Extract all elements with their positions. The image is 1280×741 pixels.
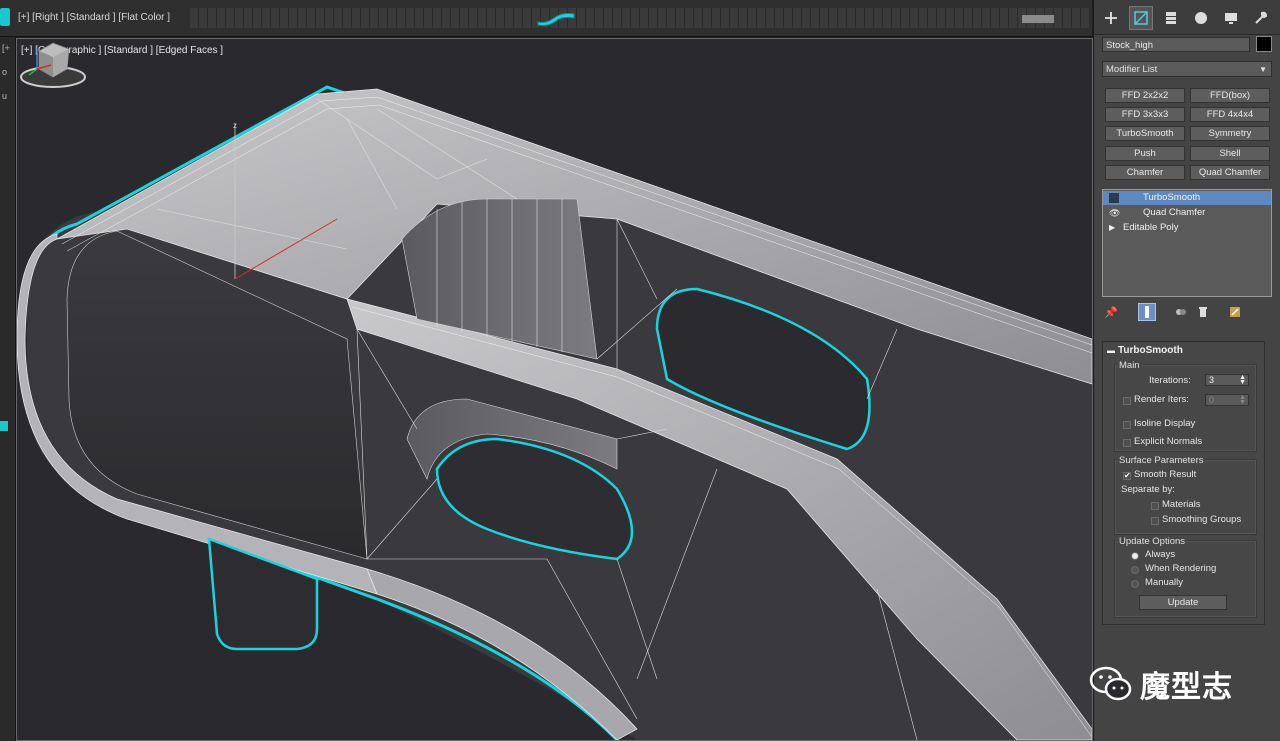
isoline-display-label: Isoline Display [1134,418,1196,429]
when-rendering-label: When Rendering [1145,563,1217,574]
explicit-normals-checkbox[interactable] [1123,439,1131,447]
command-panel: Stock_high Modifier List ▼ FFD 2x2x2 FFD… [1093,0,1280,741]
eye-icon[interactable]: 👁 [1109,206,1120,220]
surface-parameters-group: Surface Parameters ✔ Smooth Result Separ… [1114,455,1257,535]
hierarchy-icon[interactable] [1159,6,1183,30]
remove-modifier-icon[interactable] [1194,303,1212,321]
cyan-object-icon [0,8,10,26]
render-iters-checkbox[interactable] [1123,397,1131,405]
turbosmooth-button[interactable]: TurboSmooth [1105,126,1185,141]
pin-stack-icon[interactable]: 📌 [1102,303,1120,321]
iterations-label: Iterations: [1149,375,1191,386]
show-end-result-icon[interactable] [1138,303,1156,321]
stack-item-editable-poly[interactable]: ▶ Editable Poly [1103,221,1271,235]
wechat-watermark: 魔型志 [1088,662,1248,706]
modifier-stack[interactable]: TurboSmooth 👁 Quad Chamfer ▶ Editable Po… [1102,189,1272,297]
turbosmooth-rollout: ▬ TurboSmooth Main Iterations: 3 ▲ ▼ Rende… [1102,341,1265,625]
quad-chamfer-button[interactable]: Quad Chamfer [1190,165,1270,180]
modifier-toggle-icon[interactable] [1109,193,1119,203]
perspective-viewport[interactable]: [+] [Orthographic ] [Standard ] [Edged F… [16,38,1093,741]
object-silhouette-bar [1022,15,1054,23]
viewport-grid-strip [190,8,1090,28]
left-viewport-label: [+ [2,43,10,53]
top-viewport-label[interactable]: [+] [Right ] [Standard ] [Flat Color ] [18,12,170,23]
stack-toolbar: 📌 [1102,302,1272,322]
display-icon[interactable] [1219,6,1243,30]
stack-item-turbosmooth[interactable]: TurboSmooth [1103,191,1271,205]
render-iters-label: Render Iters: [1134,394,1189,405]
pivot-z-label: z [233,121,237,130]
spinner-arrows-icon[interactable]: ▲ ▼ [1239,394,1246,406]
shell-button[interactable]: Shell [1190,146,1270,161]
left-viewport[interactable]: [+ o u [0,37,16,741]
main-group: Main Iterations: 3 ▲ ▼ Render Iters: 0 ▲ ▼… [1114,360,1257,452]
stack-item-label: TurboSmooth [1143,192,1201,203]
watermark-text: 魔型志 [1140,670,1233,705]
object-color-swatch[interactable] [1256,36,1272,52]
update-options-group: Update Options Always When Rendering Man… [1114,536,1257,618]
materials-label: Materials [1162,499,1201,510]
iterations-value: 3 [1209,375,1215,385]
isoline-display-checkbox[interactable] [1123,421,1131,429]
rollout-title-text: TurboSmooth [1118,345,1183,356]
object-silhouette-icon [537,13,575,26]
motion-icon[interactable] [1189,6,1213,30]
rollout-title[interactable]: ▬ TurboSmooth [1107,345,1183,356]
wechat-icon [1089,666,1132,701]
collapse-icon[interactable]: ▬ [1107,346,1115,355]
ffd-3x3x3-button[interactable]: FFD 3x3x3 [1105,107,1185,122]
spinner-arrows-icon[interactable]: ▲ ▼ [1239,374,1246,386]
render-iters-spinner[interactable]: 0 ▲ ▼ [1205,394,1249,406]
stack-item-quad-chamfer[interactable]: 👁 Quad Chamfer [1103,206,1271,220]
manually-radio[interactable] [1131,580,1139,588]
render-iters-value: 0 [1209,395,1215,405]
make-unique-icon[interactable] [1172,303,1190,321]
smooth-result-checkbox[interactable]: ✔ [1123,472,1131,480]
when-rendering-radio[interactable] [1131,566,1139,574]
ffd-4x4x4-button[interactable]: FFD 4x4x4 [1190,107,1270,122]
materials-checkbox[interactable] [1151,502,1159,510]
object-name-field[interactable]: Stock_high [1102,37,1250,52]
top-viewport[interactable]: [+] [Right ] [Standard ] [Flat Color ] [0,0,1092,37]
axis-tripod-icon [28,47,52,76]
group-title: Main [1117,360,1142,371]
push-button[interactable]: Push [1105,146,1185,161]
symmetry-button[interactable]: Symmetry [1190,126,1270,141]
stack-item-label: Editable Poly [1123,222,1179,233]
iterations-spinner[interactable]: 3 ▲ ▼ [1205,374,1249,386]
left-viewport-mark: o [2,67,8,77]
smooth-result-label: Smooth Result [1134,469,1197,480]
always-radio[interactable] [1131,552,1139,560]
ffd-box-button[interactable]: FFD(box) [1190,88,1270,103]
explicit-normals-label: Explicit Normals [1134,436,1203,447]
manually-label: Manually [1145,577,1184,588]
configure-sets-icon[interactable] [1226,303,1244,321]
group-title: Surface Parameters [1117,455,1206,466]
update-button[interactable]: Update [1139,595,1227,610]
smoothing-groups-label: Smoothing Groups [1162,514,1242,525]
chamfer-button[interactable]: Chamfer [1105,165,1185,180]
ffd-2x2x2-button[interactable]: FFD 2x2x2 [1105,88,1185,103]
cyan-object-sliver [0,421,8,431]
mesh-render[interactable] [17,39,1092,740]
wrench-icon[interactable] [1249,6,1273,30]
command-panel-tabs [1094,0,1280,35]
group-title: Update Options [1117,536,1188,547]
stack-item-label: Quad Chamfer [1143,207,1206,218]
modifier-list-label: Modifier List [1106,64,1158,75]
chevron-down-icon: ▼ [1259,65,1267,74]
always-label: Always [1145,549,1176,560]
expand-triangle-icon[interactable]: ▶ [1109,221,1115,235]
plus-icon[interactable] [1099,6,1123,30]
modifier-list-dropdown[interactable]: Modifier List ▼ [1102,61,1272,77]
separate-by-label: Separate by: [1121,484,1175,495]
left-viewport-mark: u [2,91,8,101]
smoothing-groups-checkbox[interactable] [1151,517,1159,525]
modify-icon[interactable] [1129,6,1153,30]
